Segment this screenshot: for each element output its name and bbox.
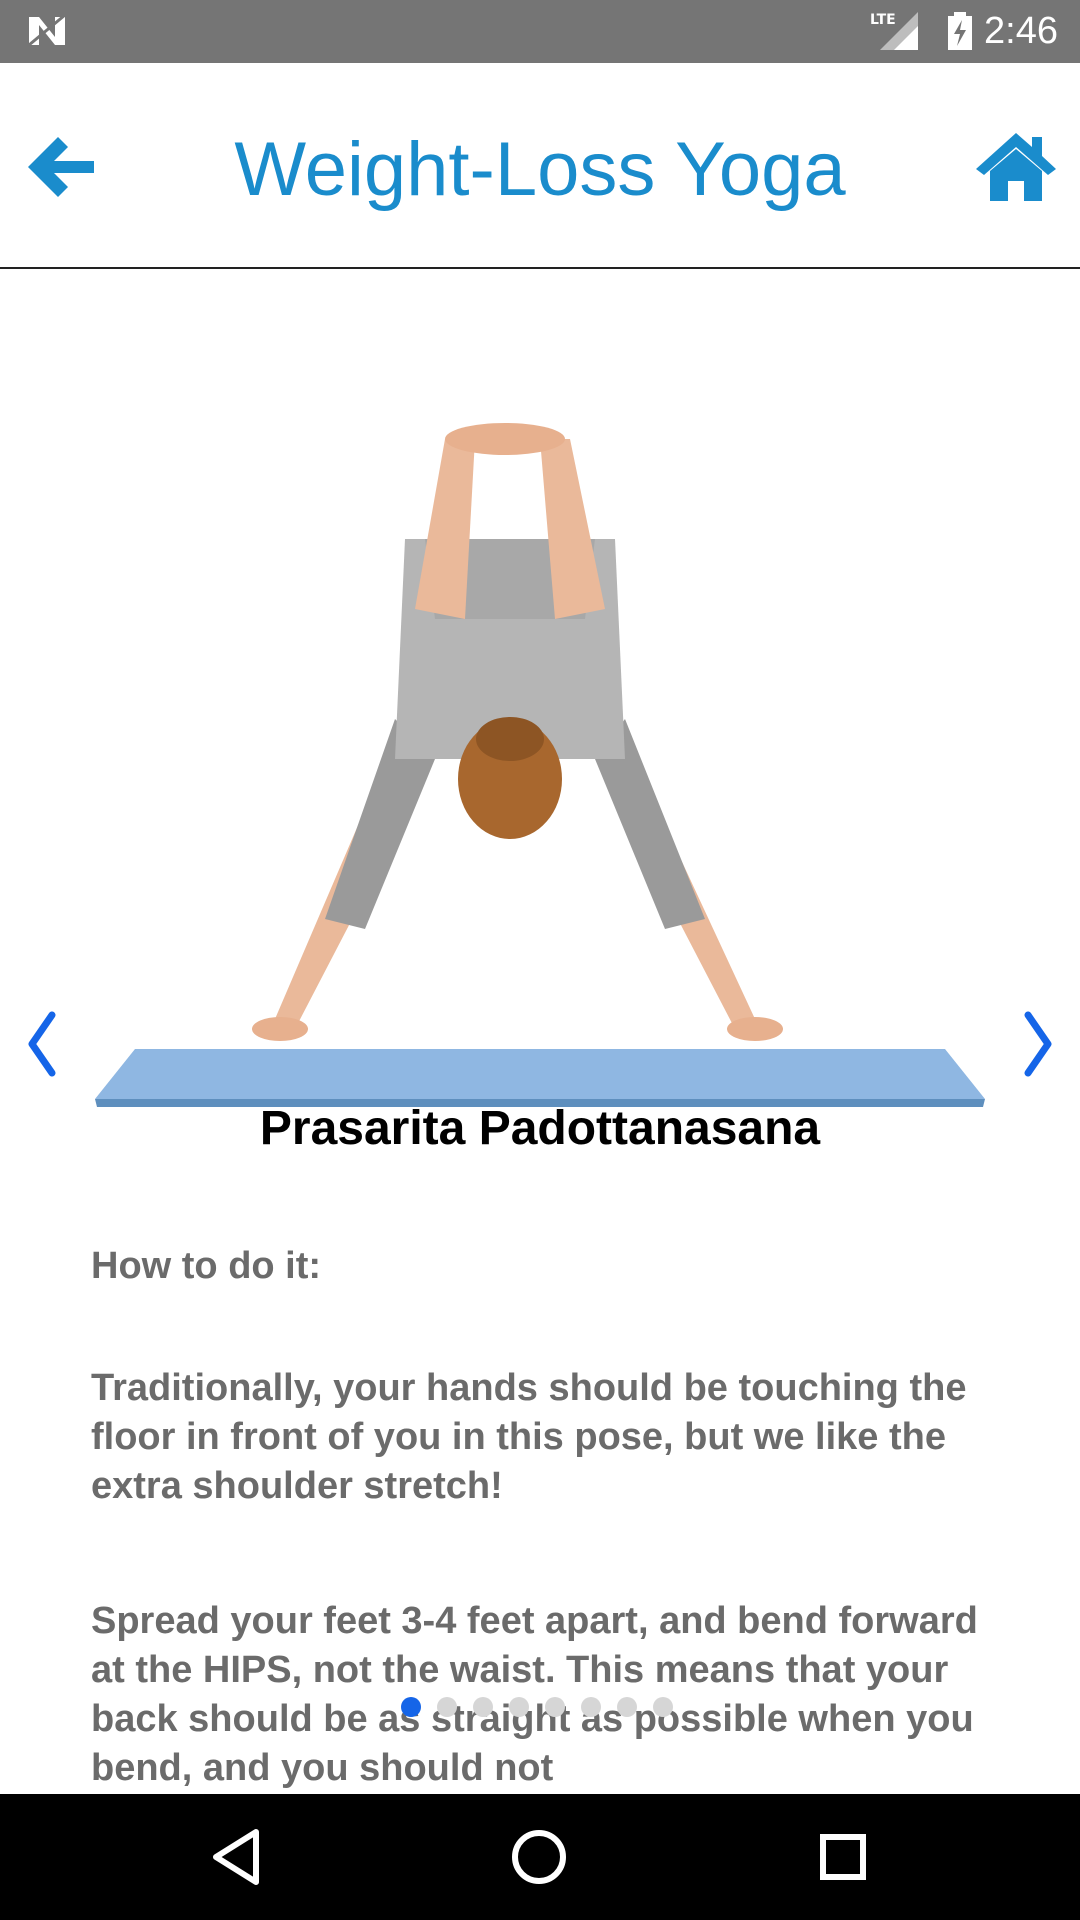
nav-home-icon[interactable] bbox=[506, 1824, 572, 1890]
lte-signal-icon: LTE bbox=[870, 12, 918, 50]
carousel-dot[interactable] bbox=[437, 1697, 457, 1717]
instruction-paragraph-2: Spread your feet 3-4 feet apart, and ben… bbox=[91, 1600, 978, 1789]
pose-photo bbox=[95, 423, 985, 1107]
nav-recents-icon[interactable] bbox=[810, 1824, 876, 1890]
nav-back-icon[interactable] bbox=[204, 1824, 270, 1890]
chevron-left-icon[interactable] bbox=[22, 1009, 72, 1079]
carousel-dot[interactable] bbox=[545, 1697, 565, 1717]
app-bar: Weight-Loss Yoga bbox=[0, 63, 1080, 269]
home-icon[interactable] bbox=[974, 125, 1058, 205]
instruction-paragraph-1: Traditionally, your hands should be touc… bbox=[91, 1367, 967, 1507]
battery-charging-icon bbox=[948, 12, 972, 50]
carousel-dot[interactable] bbox=[473, 1697, 493, 1717]
chevron-right-icon[interactable] bbox=[1008, 1009, 1058, 1079]
carousel-dot[interactable] bbox=[401, 1697, 421, 1717]
status-time: 2:46 bbox=[984, 10, 1058, 52]
carousel-dot[interactable] bbox=[653, 1697, 673, 1717]
carousel-indicator bbox=[401, 1697, 673, 1717]
how-to-heading: How to do it: bbox=[91, 1245, 322, 1287]
svg-text:LTE: LTE bbox=[870, 12, 896, 28]
n-logo-icon bbox=[28, 13, 66, 47]
page-title: Weight-Loss Yoga bbox=[234, 127, 846, 212]
carousel-dot[interactable] bbox=[509, 1697, 529, 1717]
pose-name: Prasarita Padottanasana bbox=[259, 1102, 821, 1155]
carousel-dot[interactable] bbox=[581, 1697, 601, 1717]
carousel-dot[interactable] bbox=[617, 1697, 637, 1717]
status-bar: LTE 2:46 bbox=[0, 0, 1080, 63]
content-area[interactable]: Prasarita Padottanasana How to do it: Tr… bbox=[0, 269, 1080, 1794]
system-nav-bar bbox=[0, 1794, 1080, 1920]
